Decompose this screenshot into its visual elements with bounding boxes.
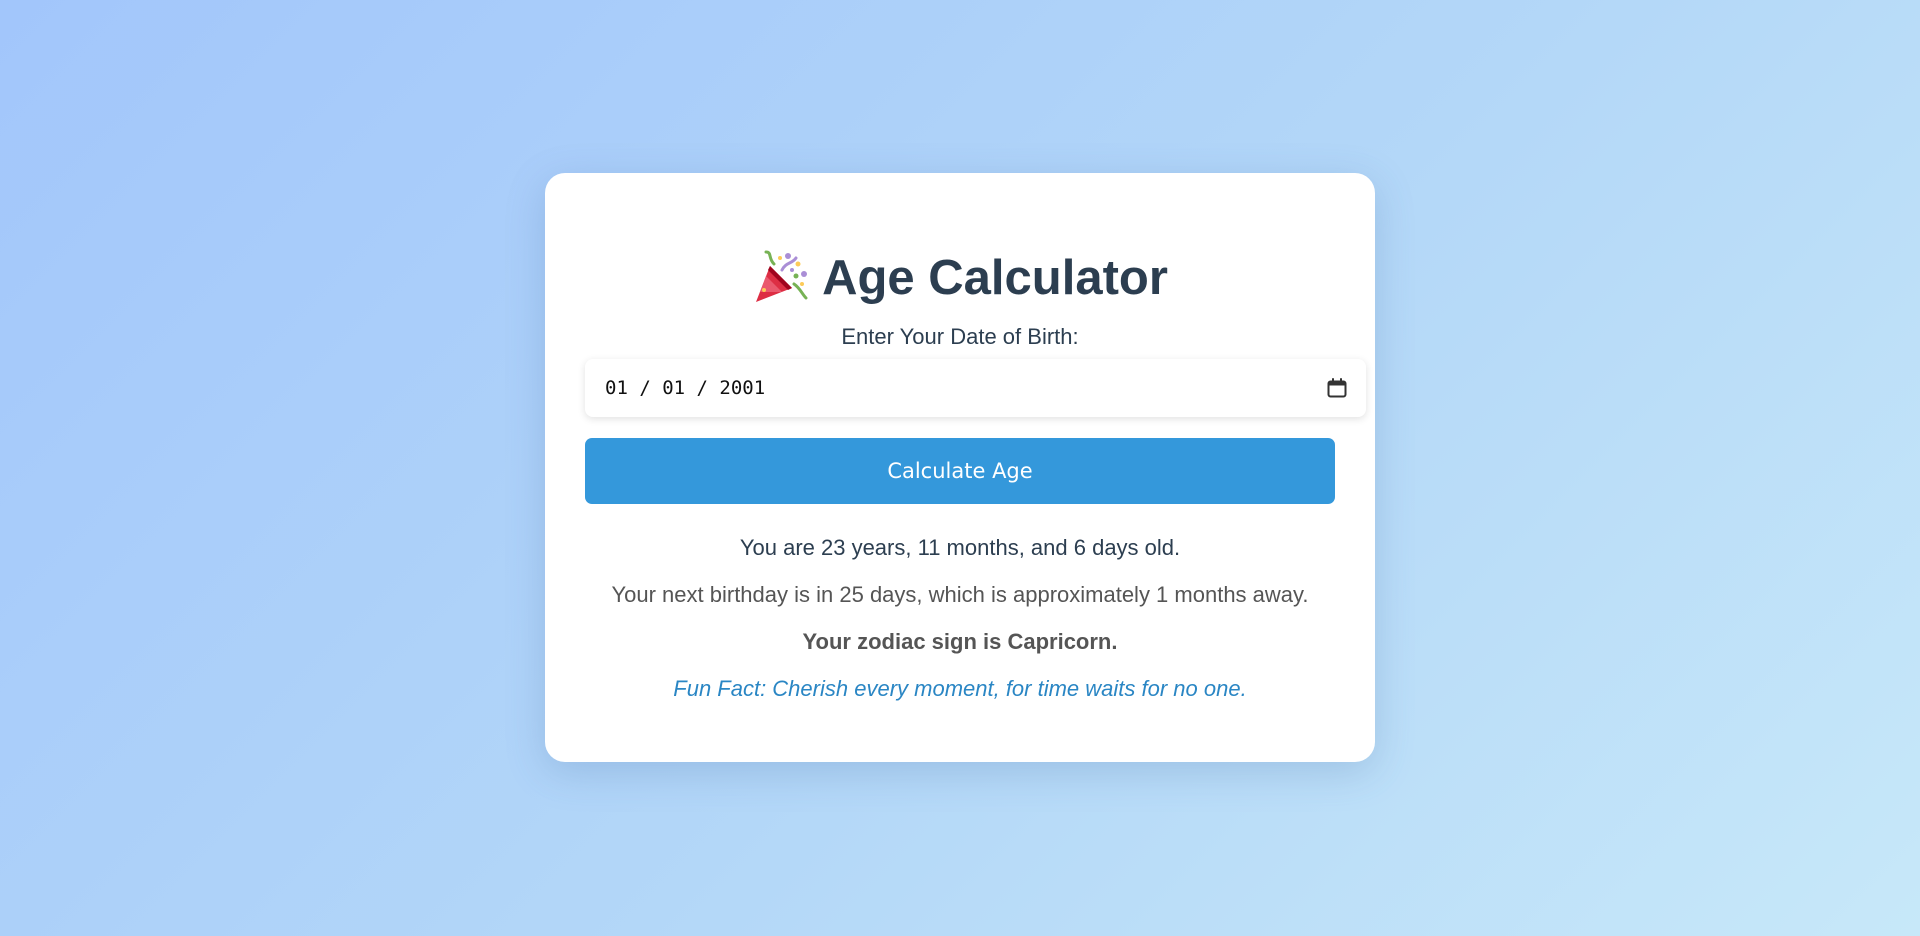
calculate-age-button[interactable]: Calculate Age bbox=[585, 438, 1335, 504]
dob-label: Enter Your Date of Birth: bbox=[841, 324, 1079, 349]
calendar-icon[interactable] bbox=[1326, 377, 1348, 399]
zodiac-sign-text: Your zodiac sign is Capricorn. bbox=[802, 629, 1118, 654]
next-birthday-text: Your next birthday is in 25 days, which … bbox=[611, 582, 1309, 607]
dob-date-input[interactable]: 01 / 01 / 2001 bbox=[585, 359, 1366, 417]
title-row: Age Calculator bbox=[545, 243, 1375, 313]
page-title: Age Calculator bbox=[822, 250, 1168, 305]
age-result-text: You are 23 years, 11 months, and 6 days … bbox=[739, 535, 1181, 560]
party-popper-icon bbox=[752, 250, 808, 306]
age-calculator-card: Age Calculator Enter Your Date of Birth:… bbox=[545, 173, 1375, 762]
dob-date-value[interactable]: 01 / 01 / 2001 bbox=[605, 377, 1326, 399]
fun-fact-text: Fun Fact: Cherish every moment, for time… bbox=[673, 676, 1247, 701]
